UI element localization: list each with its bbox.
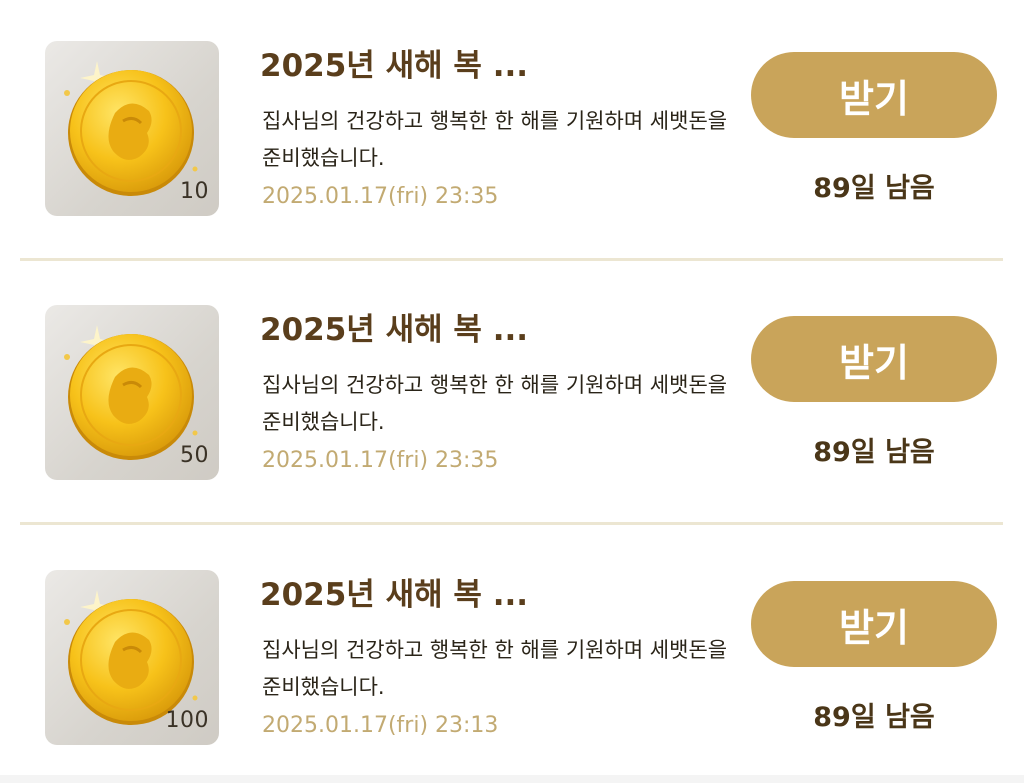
item-description: 집사님의 건강하고 행복한 한 해를 기원하며 세뱃돈을 준비했습니다.	[262, 373, 728, 434]
item-date: 2025.01.17(fri) 23:35	[262, 448, 499, 473]
list-item: 50 2025년 새해 복 ... 집사님의 건강하고 행복한 한 해를 기원하…	[0, 264, 1024, 526]
item-date: 2025.01.17(fri) 23:13	[262, 713, 499, 738]
coin-thumbnail: 50	[45, 305, 219, 480]
coin-quantity: 50	[180, 443, 209, 468]
divider	[20, 522, 1003, 525]
list-item: 10 2025년 새해 복 ... 집사님의 건강하고 행복한 한 해를 기원하…	[0, 0, 1024, 262]
item-title: 2025년 새해 복 ...	[260, 312, 529, 348]
item-description: 집사님의 건강하고 행복한 한 해를 기원하며 세뱃돈을 준비했습니다.	[262, 638, 728, 699]
bottom-edge	[0, 775, 1024, 783]
item-description: 집사님의 건강하고 행복한 한 해를 기원하며 세뱃돈을 준비했습니다.	[262, 109, 728, 170]
coin-quantity: 10	[180, 179, 209, 204]
receive-button[interactable]: 받기	[751, 316, 997, 402]
remaining-days: 89일 남음	[813, 437, 935, 468]
receive-button[interactable]: 받기	[751, 52, 997, 138]
reward-list: 10 2025년 새해 복 ... 집사님의 건강하고 행복한 한 해를 기원하…	[0, 0, 1024, 783]
receive-button[interactable]: 받기	[751, 581, 997, 667]
coin-thumbnail: 100	[45, 570, 219, 745]
list-item: 100 2025년 새해 복 ... 집사님의 건강하고 행복한 한 해를 기원…	[0, 529, 1024, 783]
item-title: 2025년 새해 복 ...	[260, 577, 529, 613]
coin-thumbnail: 10	[45, 41, 219, 216]
item-title: 2025년 새해 복 ...	[260, 48, 529, 84]
item-date: 2025.01.17(fri) 23:35	[262, 184, 499, 209]
divider	[20, 258, 1003, 261]
coin-quantity: 100	[165, 708, 209, 733]
remaining-days: 89일 남음	[813, 702, 935, 733]
remaining-days: 89일 남음	[813, 173, 935, 204]
